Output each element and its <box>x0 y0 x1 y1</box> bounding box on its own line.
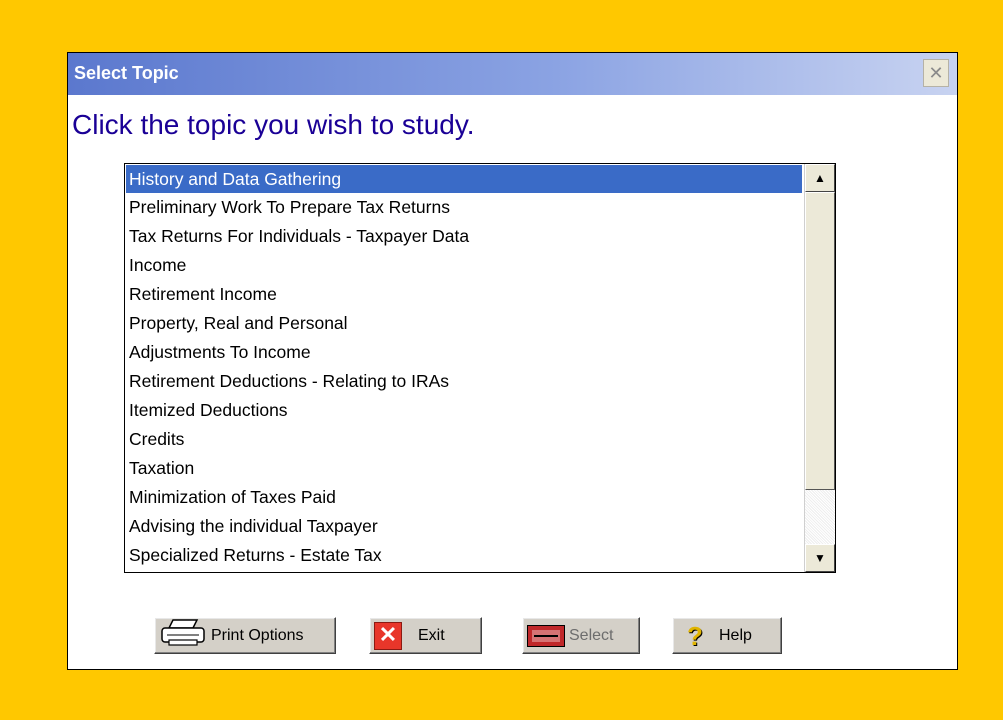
topic-list-item[interactable]: Minimization of Taxes Paid <box>125 483 804 512</box>
close-icon: ✕ <box>928 63 944 83</box>
topic-list-item[interactable]: Taxation <box>125 454 804 483</box>
topic-list-item[interactable]: Retirement Deductions - Relating to IRAs <box>125 367 804 396</box>
exit-x-icon: ✕ <box>374 621 402 650</box>
select-topic-dialog: Select Topic ✕ Click the topic you wish … <box>67 52 958 670</box>
select-button[interactable]: Select <box>522 617 640 654</box>
printer-icon <box>159 618 207 653</box>
topic-list: History and Data Gathering Preliminary Wo… <box>125 164 804 572</box>
exit-button[interactable]: ✕ Exit <box>369 617 482 654</box>
topic-list-item[interactable]: Advising the individual Taxpayer <box>125 512 804 541</box>
title-bar[interactable]: Select Topic ✕ <box>68 53 957 95</box>
topic-list-item[interactable]: Adjustments To Income <box>125 338 804 367</box>
print-options-label: Print Options <box>211 626 304 644</box>
select-icon <box>527 624 565 647</box>
topic-listbox[interactable]: History and Data Gathering Preliminary Wo… <box>124 163 836 573</box>
exit-label: Exit <box>418 626 445 644</box>
close-button[interactable]: ✕ <box>923 59 949 87</box>
arrow-down-icon: ▼ <box>814 551 826 565</box>
topic-list-item[interactable]: Credits <box>125 425 804 454</box>
dialog-title: Select Topic <box>74 63 179 83</box>
topic-list-item[interactable]: History and Data Gathering <box>126 165 802 193</box>
arrow-up-icon: ▲ <box>814 171 826 185</box>
scroll-thumb[interactable] <box>805 192 835 490</box>
topic-list-item[interactable]: Specialized Returns - Estate Tax <box>125 541 804 570</box>
scroll-up-button[interactable]: ▲ <box>805 164 835 192</box>
instruction-text: Click the topic you wish to study. <box>72 109 475 140</box>
help-question-icon: ? <box>687 620 703 651</box>
help-button[interactable]: ? Help <box>672 617 782 654</box>
print-options-button[interactable]: Print Options <box>154 617 336 654</box>
select-label: Select <box>569 626 614 644</box>
topic-list-item[interactable]: Income <box>125 251 804 280</box>
scroll-down-button[interactable]: ▼ <box>805 544 835 572</box>
topic-list-item[interactable]: Retirement Income <box>125 280 804 309</box>
topic-list-item[interactable]: Itemized Deductions <box>125 396 804 425</box>
topic-list-item[interactable]: Tax Returns For Individuals - Taxpayer D… <box>125 222 804 251</box>
topic-list-item[interactable]: Property, Real and Personal <box>125 309 804 338</box>
help-label: Help <box>719 626 752 644</box>
topic-list-item[interactable]: Preliminary Work To Prepare Tax Returns <box>125 193 804 222</box>
vertical-scrollbar[interactable]: ▲ ▼ <box>804 164 835 572</box>
